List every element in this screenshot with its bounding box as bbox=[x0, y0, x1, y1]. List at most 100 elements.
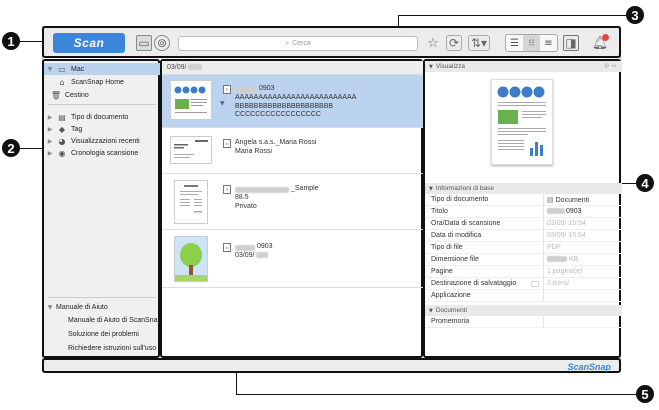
info-value: KB bbox=[547, 256, 578, 263]
sidebar-item-label: Cestino bbox=[65, 91, 89, 99]
list-item[interactable]: ≡ _Sample 88.5 Privato bbox=[162, 174, 423, 230]
expand-arrow-icon[interactable]: ▶ bbox=[44, 114, 56, 121]
help-link-troubleshooting[interactable]: Soluzione dei problemi bbox=[68, 331, 139, 338]
expand-arrow-icon[interactable]: ▶ bbox=[44, 126, 56, 133]
info-label: Ora/Data di scansione bbox=[431, 220, 501, 227]
grid-view-icon[interactable]: ⁝⁝ bbox=[523, 35, 540, 51]
notification-badge bbox=[602, 34, 609, 41]
document-info: ▭ 0903 03/09/ bbox=[223, 243, 273, 261]
favorite-star-icon[interactable]: ☆ bbox=[425, 35, 441, 51]
document-field-3: CCCCCCCCCCCCCCCCC bbox=[235, 111, 321, 118]
info-label: Pagine bbox=[431, 268, 453, 275]
sidebar-item-cronologia-scansione[interactable]: ▶ ◉ Cronologia scansione bbox=[44, 147, 160, 159]
help-section-header[interactable]: ▼ Manuale di Aiuto bbox=[44, 301, 160, 313]
scansnap-home-window: Scan ▭ ⊚ ⌕ Cerca ☆ ⟳ ⇅▾ ☰ ⁝⁝ ≡ ◨ 🔔︎ ▼ ▭ M… bbox=[42, 26, 622, 373]
expand-arrow-icon[interactable]: ▶ bbox=[44, 138, 56, 145]
info-label: Dimensione file bbox=[431, 256, 479, 263]
sidebar-item-mac[interactable]: ▼ ▭ Mac bbox=[44, 63, 160, 75]
collapse-arrow-icon: ▼ bbox=[429, 64, 433, 70]
document-list: 03/09/ ≡ 0903 AAAAAAAAAAAAAAAAAAAAAAAAAA … bbox=[160, 59, 423, 358]
sidebar-item-scansnap-home[interactable]: ⌂ ScanSnap Home bbox=[44, 76, 160, 88]
document-thumbnail[interactable] bbox=[170, 136, 212, 164]
expand-arrow-icon[interactable]: ▶ bbox=[44, 150, 56, 157]
scansnap-logo: ScanSnap bbox=[567, 362, 611, 372]
business-card-thumbnail-icon bbox=[174, 140, 208, 158]
info-value: 1 pagina(e) bbox=[547, 268, 583, 275]
sidebar-item-label: Cronologia scansione bbox=[71, 149, 139, 157]
pointer-line-1 bbox=[20, 41, 42, 42]
search-icon: ⌕ bbox=[285, 39, 290, 47]
info-row-file-size: Dimensione file KB bbox=[425, 254, 622, 267]
expand-arrow-icon[interactable]: ▼ bbox=[44, 66, 56, 73]
info-row-save-destination: Destinazione di salvataggio 🗀 /Users/ bbox=[425, 278, 622, 291]
view-mode-group: ☰ ⁝⁝ ≡ bbox=[505, 34, 558, 52]
document-info: ≡ _Sample 88.5 Privato bbox=[223, 185, 319, 211]
collapse-arrow-icon: ▼ bbox=[429, 308, 433, 314]
documents-section-title: Documenti bbox=[435, 307, 467, 314]
documents-section-header[interactable]: ▼ Documenti bbox=[425, 305, 622, 316]
sidebar-item-tipo-documento[interactable]: ▶ ▤ Tipo di documento bbox=[44, 111, 160, 123]
file-type-icon: ≡ bbox=[223, 185, 231, 194]
document-info: ▭ Angela s.a.s._Maria Rossi Maria Rossi bbox=[223, 139, 316, 157]
detail-view-icon[interactable]: ≡ bbox=[540, 35, 557, 51]
toggle-panel-icon[interactable]: ◨ bbox=[563, 35, 579, 51]
help-divider bbox=[48, 297, 156, 298]
trash-icon: 🗑︎ bbox=[50, 90, 62, 100]
details-panel: ▼ Visualizza ✣ ↔ ▼ Informazioni di base Ti… bbox=[423, 59, 622, 358]
search-input[interactable]: ⌕ Cerca bbox=[178, 36, 418, 51]
document-preview[interactable] bbox=[491, 79, 553, 165]
refresh-icon[interactable]: ⟳ bbox=[446, 35, 462, 51]
pointer-line-3a bbox=[398, 15, 626, 16]
help-link-manual[interactable]: Manuale di Aiuto di ScanSnap bbox=[68, 317, 161, 324]
chevron-down-icon[interactable]: ▼ bbox=[220, 100, 225, 107]
date-header: 03/09/ bbox=[162, 61, 423, 75]
sidebar-item-tag[interactable]: ▶ ◆ Tag bbox=[44, 123, 160, 135]
preview-title: Visualizza bbox=[435, 63, 466, 70]
pointer-line-4 bbox=[621, 183, 636, 184]
list-item[interactable]: ▭ Angela s.a.s._Maria Rossi Maria Rossi bbox=[162, 128, 423, 174]
sidebar-item-cestino[interactable]: 🗑︎ Cestino bbox=[44, 89, 160, 101]
document-field-1: Maria Rossi bbox=[235, 148, 272, 155]
document-thumbnail[interactable] bbox=[170, 80, 212, 120]
sidebar-item-visualizzazioni-recenti[interactable]: ▶ ◕ Visualizzazioni recenti bbox=[44, 135, 160, 147]
callout-4: 4 bbox=[636, 174, 654, 192]
info-label: Data di modifica bbox=[431, 232, 482, 239]
document-thumbnail[interactable] bbox=[174, 236, 208, 282]
info-label: Titolo bbox=[431, 208, 448, 215]
help-link-instructions[interactable]: Richiedere istruzioni sull'uso bbox=[68, 345, 156, 352]
info-row-file-type: Tipo di file PDF bbox=[425, 242, 622, 255]
home-icon: ⌂ bbox=[59, 77, 65, 87]
list-item[interactable]: ≡ 0903 AAAAAAAAAAAAAAAAAAAAAAAAAA BBBBBBB… bbox=[162, 75, 423, 128]
document-title: 0903 bbox=[259, 85, 275, 93]
receipt-thumbnail-icon bbox=[180, 185, 202, 213]
preview-header[interactable]: ▼ Visualizza ✣ ↔ bbox=[425, 61, 622, 72]
photo-thumbnail-icon bbox=[175, 237, 207, 281]
tag-icon: ◆ bbox=[58, 124, 66, 134]
info-value[interactable]: ▤ Documenti bbox=[547, 196, 589, 204]
info-value[interactable]: 0903 bbox=[547, 208, 582, 215]
scan-button[interactable]: Scan bbox=[53, 33, 125, 53]
basic-info-header[interactable]: ▼ Informazioni di base bbox=[425, 183, 622, 194]
document-info: ≡ 0903 AAAAAAAAAAAAAAAAAAAAAAAAAA BBBBBBB… bbox=[223, 85, 356, 120]
info-row-scan-date: Ora/Data di scansione 03/09/ 15:54 bbox=[425, 218, 622, 231]
list-view-icon[interactable]: ☰ bbox=[506, 35, 523, 51]
monitor-icon: ▭ bbox=[58, 64, 66, 74]
report-thumbnail-icon bbox=[173, 83, 209, 117]
document-title: 0903 bbox=[257, 243, 273, 251]
info-row-memo: Promemoria bbox=[425, 316, 622, 329]
callout-3: 3 bbox=[626, 6, 644, 24]
sidebar-item-label: Tag bbox=[71, 125, 83, 133]
list-item[interactable]: ▭ 0903 03/09/ bbox=[162, 230, 423, 288]
sort-icon[interactable]: ⇅▾ bbox=[468, 35, 490, 51]
sidebar-divider bbox=[48, 104, 156, 105]
sync-icon[interactable]: ⊚ bbox=[154, 35, 170, 51]
info-value: /Users/ bbox=[547, 280, 570, 287]
zoom-fit-icon[interactable]: ✣ ↔ bbox=[604, 61, 617, 72]
document-title: Angela s.a.s._Maria Rossi bbox=[235, 139, 317, 147]
sidebar: ▼ ▭ Mac ⌂ ScanSnap Home 🗑︎ Cestino ▶ ▤ T… bbox=[42, 59, 161, 358]
info-row-document-type: Tipo di documento ▤ Documenti bbox=[425, 194, 622, 207]
document-field-1: AAAAAAAAAAAAAAAAAAAAAAAAAA bbox=[235, 94, 357, 101]
collapse-arrow-icon[interactable]: ▼ bbox=[44, 304, 56, 311]
document-thumbnail[interactable] bbox=[174, 180, 208, 224]
scanner-view-icon[interactable]: ▭ bbox=[136, 35, 152, 51]
